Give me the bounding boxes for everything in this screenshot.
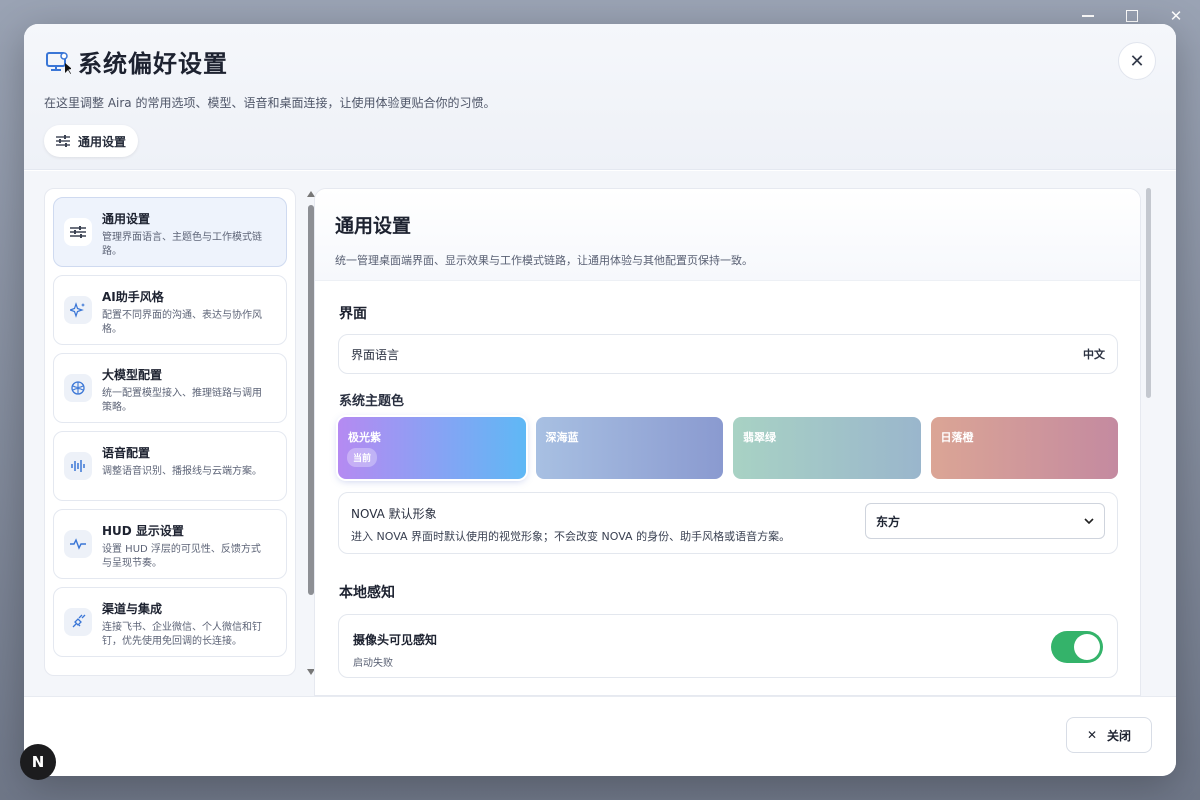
sidebar-item-desc: 管理界面语言、主题色与工作模式链路。: [102, 232, 262, 257]
theme-name: 日落橙: [940, 431, 974, 444]
sidebar-item-title: 大模型配置: [102, 368, 163, 382]
monitor-settings-icon: [44, 48, 72, 76]
minimize-icon[interactable]: [1080, 8, 1096, 24]
page-title: 系统偏好设置: [78, 50, 228, 78]
theme-option-sunset[interactable]: 日落橙: [930, 417, 1118, 479]
sidebar-item-title: 通用设置: [102, 212, 151, 226]
theme-options: 极光紫 当前 深海蓝 翡翠绿 日落橙: [338, 417, 1118, 479]
sidebar-item-general[interactable]: 通用设置 管理界面语言、主题色与工作模式链路。: [53, 197, 287, 267]
sidebar-item-desc: 连接飞书、企业微信、个人微信和钉钉，优先使用免回调的长连接。: [102, 622, 262, 647]
waveform-icon: [64, 452, 92, 480]
sidebar-item-title: 渠道与集成: [102, 602, 163, 616]
camera-perception-setting: 摄像头可见感知 启动失败: [338, 614, 1118, 678]
sidebar-item-desc: 配置不同界面的沟通、表达与协作风格。: [102, 310, 262, 335]
sliders-icon: [56, 135, 70, 147]
content-subtitle: 统一管理桌面端界面、显示效果与工作模式链路，让通用体验与其他配置页保持一致。: [335, 254, 753, 267]
close-icon[interactable]: ✕: [1118, 42, 1156, 80]
settings-sidebar: 通用设置 管理界面语言、主题色与工作模式链路。 AI助手风格 配置不同界面的沟通…: [44, 188, 296, 676]
theme-option-emerald[interactable]: 翡翠绿: [733, 417, 921, 479]
theme-name: 极光紫: [348, 431, 381, 444]
sidebar-item-title: 语音配置: [102, 446, 151, 460]
sliders-icon: [64, 218, 92, 246]
sidebar-item-desc: 设置 HUD 浮层的可见性、反馈方式与呈现节奏。: [102, 544, 261, 569]
content-header: 通用设置 统一管理桌面端界面、显示效果与工作模式链路，让通用体验与其他配置页保持…: [315, 189, 1140, 281]
sidebar-item-hud[interactable]: HUD 显示设置 设置 HUD 浮层的可见性、反馈方式与呈现节奏。: [53, 509, 287, 579]
interface-section-title: 界面: [339, 306, 367, 322]
language-select[interactable]: 界面语言 中文: [338, 334, 1118, 374]
title-row: 系统偏好设置: [44, 44, 228, 79]
theme-option-deep-sea[interactable]: 深海蓝: [535, 417, 723, 479]
current-badge: 当前: [347, 448, 378, 467]
sidebar-item-voice[interactable]: 语音配置 调整语音识别、播报线与云端方案。: [53, 431, 287, 501]
local-section-title: 本地感知: [339, 585, 395, 601]
nova-title: NOVA 默认形象: [351, 507, 437, 521]
theme-section-title: 系统主题色: [339, 394, 405, 409]
sidebar-item-ai-style[interactable]: AI助手风格 配置不同界面的沟通、表达与协作风格。: [53, 275, 287, 345]
close-icon: ✕: [1086, 728, 1098, 742]
sidebar-item-channels[interactable]: 渠道与集成 连接飞书、企业微信、个人微信和钉钉，优先使用免回调的长连接。: [53, 587, 287, 657]
language-value: 中文: [1083, 348, 1105, 361]
camera-toggle[interactable]: [1051, 631, 1103, 663]
dialog-body: 通用设置 管理界面语言、主题色与工作模式链路。 AI助手风格 配置不同界面的沟通…: [24, 171, 1176, 696]
plug-icon: [64, 608, 92, 636]
dialog-footer: ✕ 关闭: [24, 696, 1176, 776]
maximize-icon[interactable]: [1124, 8, 1140, 24]
close-button[interactable]: ✕ 关闭: [1066, 717, 1152, 753]
theme-name: 深海蓝: [545, 431, 579, 444]
pulse-icon: [64, 530, 92, 558]
window-controls: ✕: [1080, 7, 1184, 25]
theme-name: 翡翠绿: [743, 431, 776, 444]
camera-status: 启动失败: [353, 658, 393, 669]
toggle-knob: [1074, 634, 1100, 660]
sparkles-icon: [64, 296, 92, 324]
preferences-dialog: 系统偏好设置 在这里调整 Aira 的常用选项、模型、语音和桌面连接，让使用体验…: [24, 24, 1176, 776]
sidebar-item-title: HUD 显示设置: [102, 524, 184, 538]
app-badge[interactable]: N: [20, 744, 56, 780]
dialog-header: 系统偏好设置 在这里调整 Aira 的常用选项、模型、语音和桌面连接，让使用体验…: [24, 24, 1176, 170]
nova-description: 进入 NOVA 界面时默认使用的视觉形象；不会改变 NOVA 的身份、助手风格或…: [351, 530, 791, 543]
sidebar-item-title: AI助手风格: [102, 290, 164, 304]
sidebar-item-llm[interactable]: 大模型配置 统一配置模型接入、推理链路与调用策略。: [53, 353, 287, 423]
nova-avatar-setting: NOVA 默认形象 进入 NOVA 界面时默认使用的视觉形象；不会改变 NOVA…: [338, 492, 1118, 554]
brain-icon: [64, 374, 92, 402]
camera-title: 摄像头可见感知: [353, 633, 438, 647]
content-title: 通用设置: [335, 215, 412, 237]
close-button-label: 关闭: [1107, 728, 1132, 743]
content-scrollbar[interactable]: [1146, 188, 1151, 398]
chip-label: 通用设置: [78, 134, 127, 149]
nova-avatar-select[interactable]: 东方: [865, 503, 1105, 539]
language-label: 界面语言: [351, 347, 400, 362]
sidebar-item-desc: 调整语音识别、播报线与云端方案。: [102, 466, 262, 477]
dialog-subtitle: 在这里调整 Aira 的常用选项、模型、语音和桌面连接，让使用体验更贴合你的习惯…: [44, 96, 496, 110]
current-section-chip[interactable]: 通用设置: [44, 125, 139, 157]
nova-select-value: 东方: [876, 514, 901, 529]
sidebar-item-desc: 统一配置模型接入、推理链路与调用策略。: [102, 388, 262, 413]
settings-content-panel: 通用设置 统一管理桌面端界面、显示效果与工作模式链路，让通用体验与其他配置页保持…: [314, 188, 1141, 696]
theme-option-aurora[interactable]: 极光紫 当前: [338, 417, 526, 479]
chevron-down-icon: [1084, 518, 1094, 524]
window-close-icon[interactable]: ✕: [1168, 7, 1184, 25]
